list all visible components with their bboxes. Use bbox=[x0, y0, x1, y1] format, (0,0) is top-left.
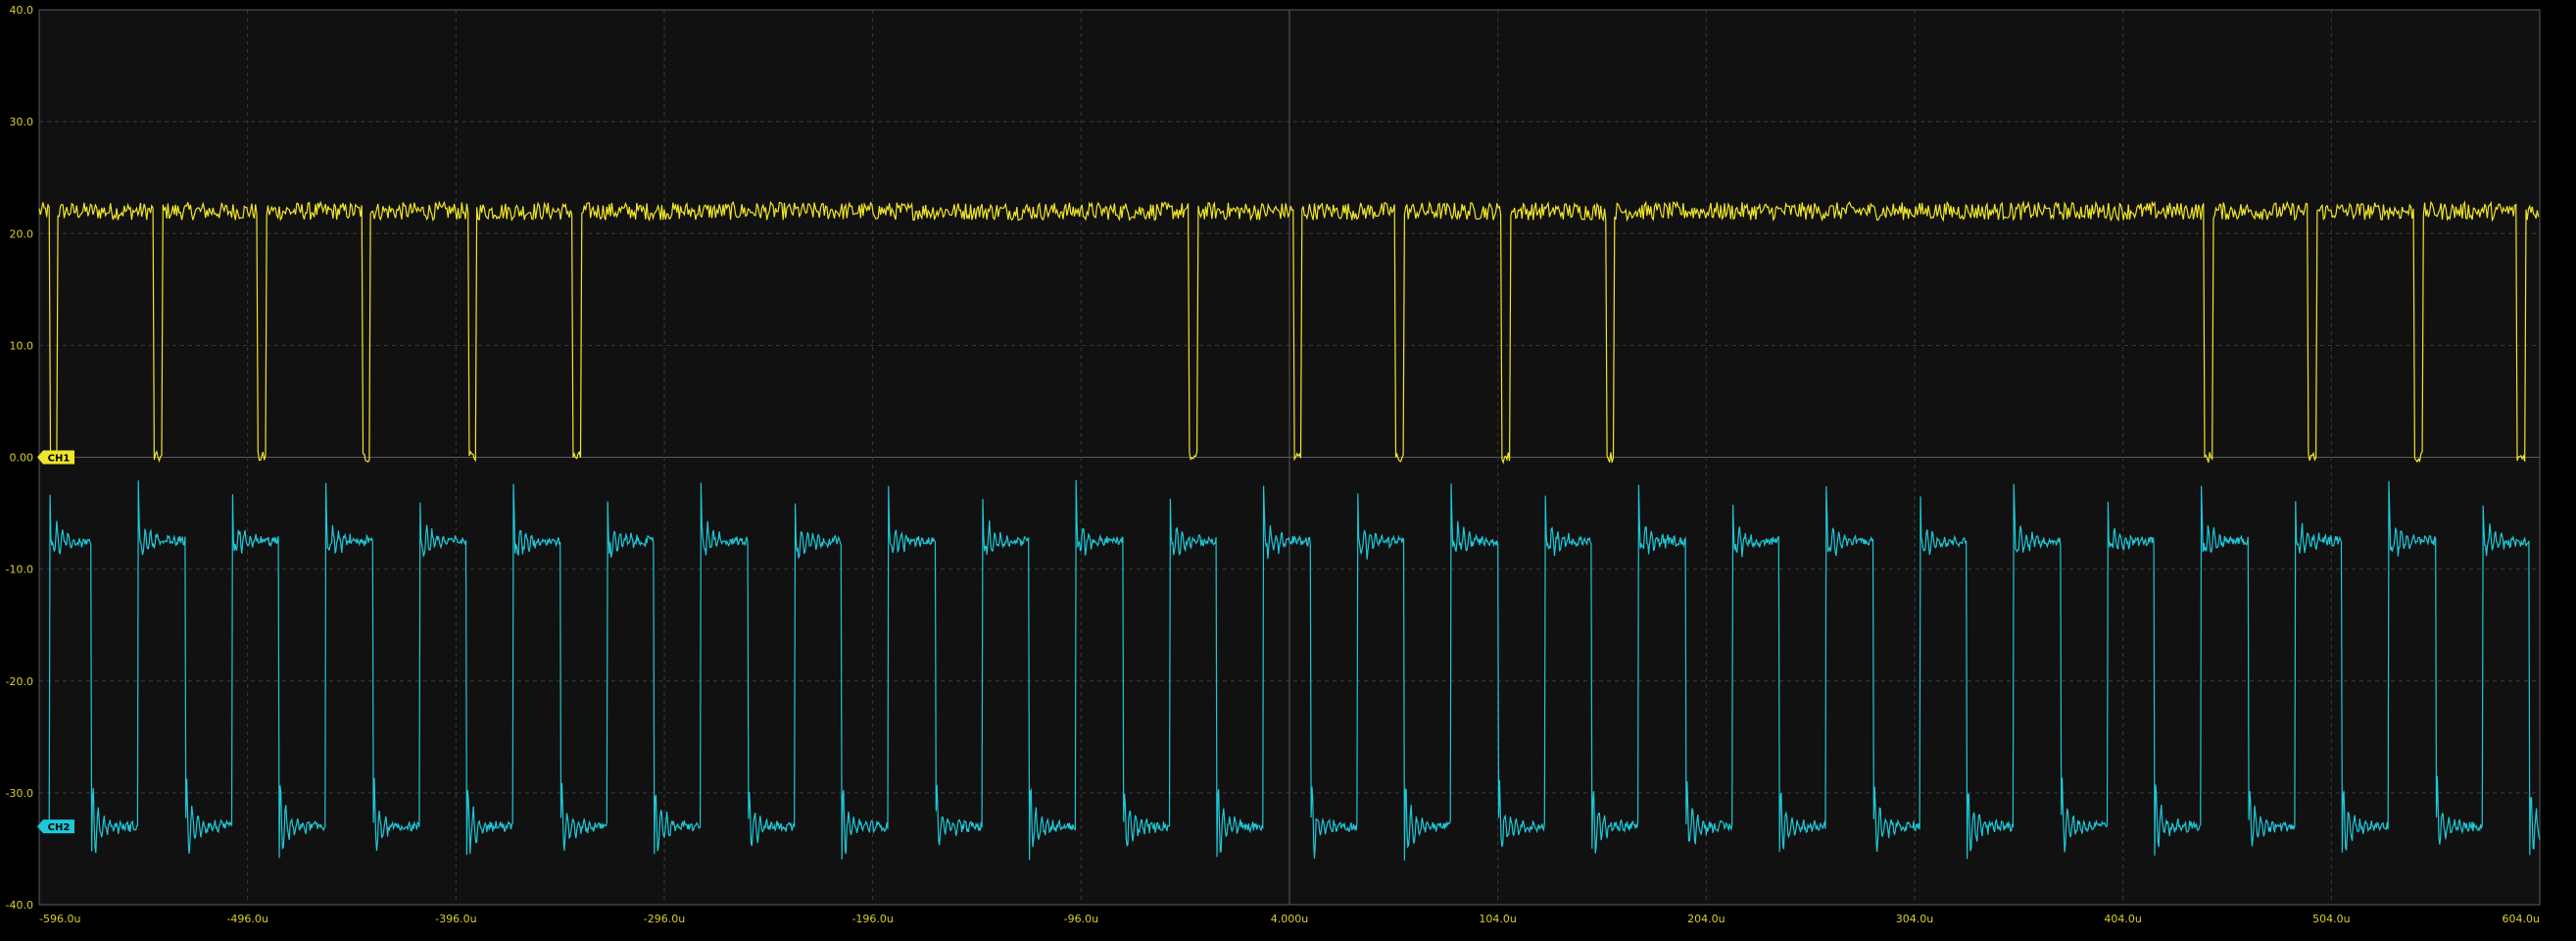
y-tick-label: -30.0 bbox=[6, 787, 33, 800]
x-tick-label: 404.0u bbox=[2104, 913, 2141, 925]
x-tick-label: -96.0u bbox=[1064, 913, 1098, 925]
x-tick-label: -296.0u bbox=[644, 913, 685, 925]
x-tick-label: -396.0u bbox=[435, 913, 476, 925]
x-tick-label: 4.000u bbox=[1271, 913, 1308, 925]
x-axis-labels: -596.0u -496.0u -396.0u -296.0u -196.0u -96.0… bbox=[39, 913, 2540, 925]
y-tick-label: -20.0 bbox=[6, 675, 33, 688]
y-tick-label: 20.0 bbox=[10, 227, 34, 240]
y-tick-label: 40.0 bbox=[10, 4, 34, 17]
y-axis-labels: 40.0 30.0 20.0 10.0 0.00 -10.0 -20.0 -30.0 -40.0 bbox=[6, 4, 33, 912]
x-tick-label: 504.0u bbox=[2312, 913, 2350, 925]
y-tick-label: -40.0 bbox=[6, 899, 33, 912]
oscilloscope-display: 40.0 30.0 20.0 10.0 0.00 -10.0 -20.0 -30.0 -40.0… bbox=[0, 0, 2576, 941]
marker-label: CH2 bbox=[48, 822, 71, 833]
x-tick-label: -196.0u bbox=[851, 913, 893, 925]
y-tick-label: 0.00 bbox=[10, 452, 34, 465]
marker-label: CH1 bbox=[48, 454, 71, 465]
y-tick-label: 10.0 bbox=[10, 339, 34, 352]
x-tick-label: 604.0u bbox=[2503, 913, 2540, 925]
x-tick-label: -596.0u bbox=[39, 913, 80, 925]
x-tick-label: -496.0u bbox=[226, 913, 267, 925]
ch1-marker[interactable]: CH1 bbox=[37, 450, 74, 465]
y-tick-label: -10.0 bbox=[6, 564, 33, 576]
x-tick-label: 304.0u bbox=[1896, 913, 1933, 925]
ch2-marker[interactable]: CH2 bbox=[37, 819, 74, 834]
y-tick-label: 30.0 bbox=[10, 116, 34, 128]
x-tick-label: 104.0u bbox=[1479, 913, 1516, 925]
x-tick-label: 204.0u bbox=[1687, 913, 1725, 925]
